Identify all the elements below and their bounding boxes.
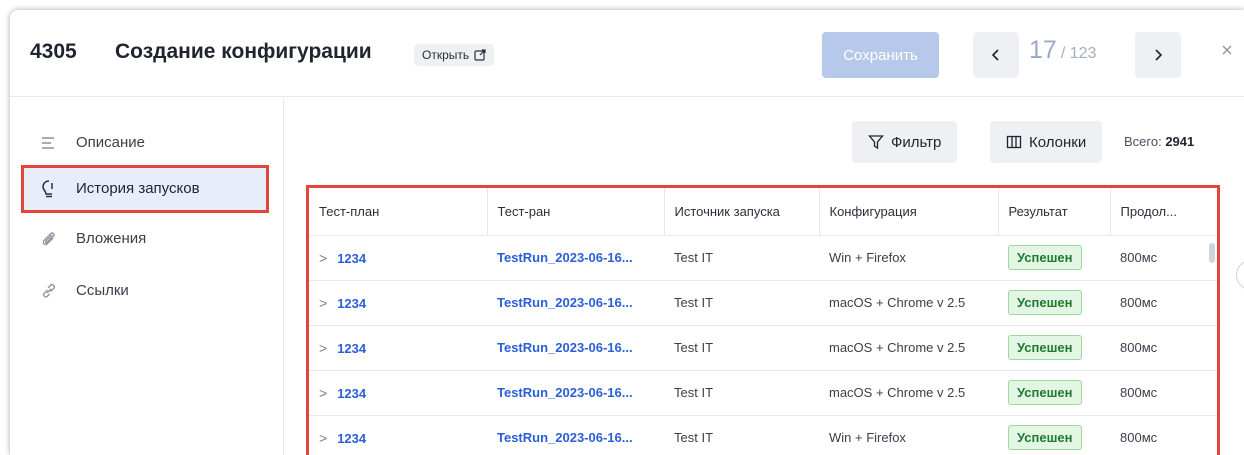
- table-row[interactable]: >1234 TestRun_2023-06-16... Test IT macOS +…: [309, 370, 1217, 416]
- cell-configuration: macOS + Chrome v 2.5: [819, 280, 998, 326]
- column-header-duration[interactable]: Продол...: [1109, 188, 1217, 236]
- test-case-id: 4305: [30, 40, 77, 63]
- column-header-result[interactable]: Результат: [997, 188, 1110, 236]
- cell-test-plan[interactable]: >1234: [309, 325, 487, 371]
- total-count: Всего: 2941: [1124, 134, 1194, 149]
- collapse-panel-handle[interactable]: [1236, 260, 1244, 290]
- list-icon: [42, 137, 54, 149]
- filter-button[interactable]: Фильтр: [852, 121, 958, 163]
- cell-configuration: macOS + Chrome v 2.5: [819, 370, 998, 416]
- cell-configuration: macOS + Chrome v 2.5: [819, 325, 998, 371]
- scrollbar-thumb[interactable]: [1209, 243, 1215, 263]
- expand-chevron-icon[interactable]: >: [319, 340, 327, 356]
- cell-duration: 800мс: [1110, 325, 1217, 371]
- expand-chevron-icon[interactable]: >: [319, 250, 327, 266]
- total-value: 2941: [1165, 134, 1195, 149]
- table-row[interactable]: >1234 TestRun_2023-06-16... Test IT Win + F…: [309, 415, 1217, 455]
- status-badge: Успешен: [1008, 425, 1082, 450]
- sidebar-item-links[interactable]: Ссылки: [10, 270, 284, 312]
- table-header-row: Тест-план Тест-ран Источник запуска Конф…: [309, 188, 1217, 236]
- chevron-left-icon: [991, 49, 999, 61]
- column-header-source[interactable]: Источник запуска: [663, 188, 819, 236]
- column-header-test-run[interactable]: Тест-ран: [486, 188, 664, 236]
- filter-label: Фильтр: [891, 133, 942, 151]
- pager-total: / 123: [1060, 45, 1097, 62]
- cell-configuration: Win + Firefox: [819, 415, 998, 455]
- test-run-link[interactable]: TestRun_2023-06-16...: [487, 280, 664, 326]
- sidebar-item-label: История запусков: [76, 180, 200, 197]
- test-run-link[interactable]: TestRun_2023-06-16...: [487, 325, 664, 371]
- column-header-configuration[interactable]: Конфигурация: [818, 188, 998, 236]
- total-label: Всего:: [1124, 134, 1162, 149]
- test-plan-link[interactable]: 1234: [337, 431, 366, 446]
- cell-duration: 800мс: [1110, 280, 1217, 326]
- cell-duration: 800мс: [1110, 370, 1217, 416]
- status-badge: Успешен: [1008, 245, 1082, 270]
- columns-icon: [1006, 135, 1022, 149]
- sidebar-item-attachments[interactable]: Вложения: [10, 218, 284, 260]
- sidebar-item-label: Вложения: [76, 230, 147, 247]
- lightbulb-icon: [42, 180, 53, 198]
- page-title: Создание конфигурации: [115, 40, 372, 63]
- table-row[interactable]: >1234 TestRun_2023-06-16... Test IT macOS +…: [309, 325, 1217, 371]
- column-header-test-plan[interactable]: Тест-план: [309, 188, 487, 236]
- status-badge: Успешен: [1008, 335, 1082, 360]
- table-row[interactable]: >1234 TestRun_2023-06-16... Test IT macOS +…: [309, 280, 1217, 326]
- test-plan-link[interactable]: 1234: [337, 386, 366, 401]
- cell-source: Test IT: [664, 280, 819, 326]
- pager-counter: 17 / 123: [1029, 36, 1096, 72]
- cell-result: Успешен: [998, 325, 1110, 371]
- panel-header: 4305 Создание конфигурации Открыть Сохра…: [10, 10, 1244, 97]
- cell-source: Test IT: [664, 415, 819, 455]
- test-plan-link[interactable]: 1234: [337, 251, 366, 266]
- cell-source: Test IT: [664, 325, 819, 371]
- sidebar-item-label: Описание: [76, 134, 146, 151]
- test-case-panel: 4305 Создание конфигурации Открыть Сохра…: [10, 10, 1244, 455]
- sidebar-item-description[interactable]: Описание: [10, 122, 284, 164]
- expand-chevron-icon[interactable]: >: [319, 430, 327, 446]
- table-row[interactable]: >1234 TestRun_2023-06-16... Test IT Win + F…: [309, 235, 1217, 281]
- cell-result: Успешен: [998, 280, 1110, 326]
- cell-test-plan[interactable]: >1234: [309, 280, 487, 326]
- cell-configuration: Win + Firefox: [819, 235, 998, 281]
- pager-current: 17: [1029, 36, 1057, 64]
- external-link-icon: [474, 49, 486, 61]
- test-run-link[interactable]: TestRun_2023-06-16...: [487, 235, 664, 281]
- test-plan-link[interactable]: 1234: [337, 296, 366, 311]
- next-button[interactable]: [1135, 32, 1181, 78]
- filter-icon: [868, 135, 884, 150]
- cell-test-plan[interactable]: >1234: [309, 370, 487, 416]
- columns-label: Колонки: [1029, 133, 1087, 151]
- link-icon: [42, 283, 56, 298]
- cell-test-plan[interactable]: >1234: [309, 235, 487, 281]
- status-badge: Успешен: [1008, 290, 1082, 315]
- sidebar-item-label: Ссылки: [76, 282, 129, 299]
- close-icon[interactable]: [1220, 43, 1234, 57]
- save-button[interactable]: Сохранить: [822, 32, 939, 78]
- test-plan-link[interactable]: 1234: [337, 341, 366, 356]
- cell-result: Успешен: [998, 235, 1110, 281]
- open-button[interactable]: Открыть: [414, 44, 495, 66]
- cell-duration: 800мс: [1110, 235, 1217, 281]
- sidebar: Описание История запусков Вложения Ссылк…: [10, 98, 284, 455]
- columns-button[interactable]: Колонки: [990, 121, 1103, 163]
- expand-chevron-icon[interactable]: >: [319, 295, 327, 311]
- test-run-link[interactable]: TestRun_2023-06-16...: [487, 370, 664, 416]
- open-label: Открыть: [422, 48, 470, 62]
- chevron-right-icon: [1155, 49, 1163, 61]
- cell-source: Test IT: [664, 235, 819, 281]
- cell-source: Test IT: [664, 370, 819, 416]
- expand-chevron-icon[interactable]: >: [319, 385, 327, 401]
- cell-test-plan[interactable]: >1234: [309, 415, 487, 455]
- paperclip-icon: [42, 232, 55, 246]
- runs-table: Тест-план Тест-ран Источник запуска Конф…: [306, 185, 1220, 455]
- cell-result: Успешен: [998, 370, 1110, 416]
- cell-result: Успешен: [998, 415, 1110, 455]
- sidebar-item-run-history[interactable]: История запусков: [21, 165, 269, 213]
- cell-duration: 800мс: [1110, 415, 1217, 455]
- prev-button[interactable]: [973, 32, 1019, 78]
- status-badge: Успешен: [1008, 380, 1082, 405]
- test-run-link[interactable]: TestRun_2023-06-16...: [487, 415, 664, 455]
